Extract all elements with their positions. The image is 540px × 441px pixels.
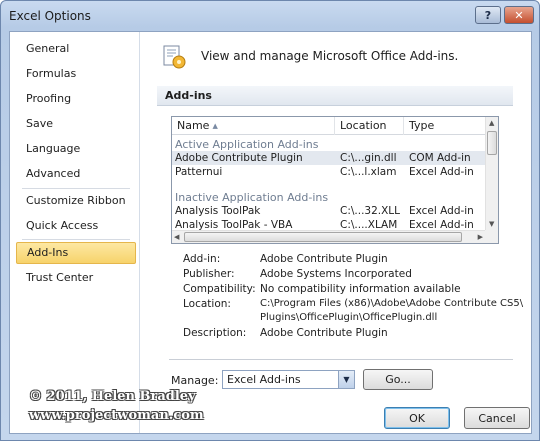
cancel-button[interactable]: Cancel	[464, 407, 530, 429]
detail-label: Description:	[183, 327, 247, 339]
list-item[interactable]: Patternui C:\...l.xlam Excel Add-in	[172, 165, 485, 179]
sidebar-item-advanced[interactable]: Advanced	[16, 163, 136, 185]
detail-value: Adobe Contribute Plugin	[260, 253, 388, 265]
window-title: Excel Options	[9, 9, 91, 23]
detail-value: No compatibility information available	[260, 283, 461, 295]
column-divider	[403, 117, 404, 135]
close-icon: ✕	[514, 8, 524, 22]
column-header-location[interactable]: Location	[340, 119, 387, 132]
help-icon: ?	[484, 8, 492, 22]
section-title: Add-ins	[165, 89, 212, 102]
vertical-scroll-thumb[interactable]	[487, 131, 497, 155]
excel-options-dialog: Excel Options ? ✕ General Formulas Proof…	[0, 0, 540, 441]
sidebar-item-formulas[interactable]: Formulas	[16, 63, 136, 85]
sidebar-item-trust-center[interactable]: Trust Center	[16, 267, 136, 289]
sidebar-divider	[22, 188, 130, 189]
manage-label: Manage:	[171, 374, 219, 387]
list-item[interactable]: Analysis ToolPak C:\...32.XLL Excel Add-…	[172, 204, 485, 218]
add-ins-icon	[163, 45, 186, 69]
item-location: C:\...l.xlam	[340, 166, 397, 178]
item-name: Analysis ToolPak	[175, 205, 261, 217]
manage-dropdown-value: Excel Add-ins	[227, 373, 301, 386]
item-name: Patternui	[175, 166, 223, 178]
list-header: Name ▲ Location Type	[172, 117, 485, 135]
add-ins-list[interactable]: Name ▲ Location Type Active Application A…	[171, 116, 499, 244]
vertical-scrollbar[interactable]: ▲ ▼	[485, 117, 498, 230]
item-name: Adobe Contribute Plugin	[175, 152, 303, 164]
item-type: Excel Add-in	[409, 166, 474, 178]
sort-ascending-icon: ▲	[212, 122, 218, 130]
scroll-left-icon[interactable]: ◀	[174, 233, 179, 241]
item-type: COM Add-in	[409, 152, 471, 164]
item-type: Excel Add-in	[409, 205, 474, 217]
column-divider	[334, 117, 335, 135]
sidebar-item-add-ins[interactable]: Add-Ins	[16, 242, 136, 264]
column-header-type[interactable]: Type	[409, 119, 434, 132]
detail-label: Location:	[183, 298, 231, 310]
group-header-active: Active Application Add-ins	[175, 138, 319, 151]
detail-label: Add-in:	[183, 253, 221, 265]
go-button[interactable]: Go...	[363, 369, 433, 390]
item-location: C:\...32.XLL	[340, 205, 401, 217]
list-item[interactable]: Adobe Contribute Plugin C:\...gin.dll CO…	[172, 151, 485, 165]
title-bar[interactable]: Excel Options ? ✕	[1, 1, 539, 31]
scroll-up-icon[interactable]: ▲	[489, 119, 494, 127]
sidebar-divider	[22, 239, 130, 240]
sidebar-item-language[interactable]: Language	[16, 138, 136, 160]
horizontal-scroll-thumb[interactable]	[184, 232, 462, 242]
sidebar-item-proofing[interactable]: Proofing	[16, 88, 136, 110]
sidebar-item-save[interactable]: Save	[16, 113, 136, 135]
manage-divider	[169, 359, 513, 360]
panel-heading: View and manage Microsoft Office Add-ins…	[201, 49, 459, 63]
close-button[interactable]: ✕	[504, 6, 534, 24]
chevron-down-icon[interactable]: ▼	[338, 371, 354, 388]
detail-label: Compatibility:	[183, 283, 256, 295]
watermark-url: www.projectwoman.com	[29, 408, 204, 423]
horizontal-scrollbar[interactable]: ◀ ▶	[172, 230, 485, 243]
manage-dropdown[interactable]: Excel Add-ins ▼	[222, 370, 355, 389]
detail-label: Publisher:	[183, 268, 235, 280]
sidebar-item-quick-access-toolbar[interactable]: Quick Access Toolbar	[16, 215, 136, 254]
item-location: C:\...gin.dll	[340, 152, 397, 164]
scroll-right-icon[interactable]: ▶	[478, 233, 483, 241]
detail-value: C:\Program Files (x86)\Adobe\Adobe Contr…	[260, 298, 524, 309]
dialog-client: General Formulas Proofing Save Language …	[9, 31, 532, 434]
ok-button[interactable]: OK	[384, 407, 450, 429]
sidebar-item-general[interactable]: General	[16, 38, 136, 60]
group-header-inactive: Inactive Application Add-ins	[175, 191, 329, 204]
detail-value: Adobe Contribute Plugin	[260, 327, 388, 339]
column-header-name[interactable]: Name ▲	[177, 119, 218, 132]
options-sidebar: General Formulas Proofing Save Language …	[10, 32, 140, 433]
watermark-copyright: © 2011, Helen Bradley	[29, 389, 196, 404]
help-button[interactable]: ?	[475, 6, 501, 24]
scrollbar-corner	[485, 230, 498, 243]
detail-value: Plugins\OfficePlugin\OfficePlugin.dll	[260, 312, 438, 323]
detail-value: Adobe Systems Incorporated	[260, 268, 412, 280]
add-ins-panel: View and manage Microsoft Office Add-ins…	[141, 32, 531, 433]
scroll-down-icon[interactable]: ▼	[489, 220, 494, 228]
sidebar-item-customize-ribbon[interactable]: Customize Ribbon	[16, 190, 136, 212]
add-ins-section-header: Add-ins	[157, 86, 513, 106]
